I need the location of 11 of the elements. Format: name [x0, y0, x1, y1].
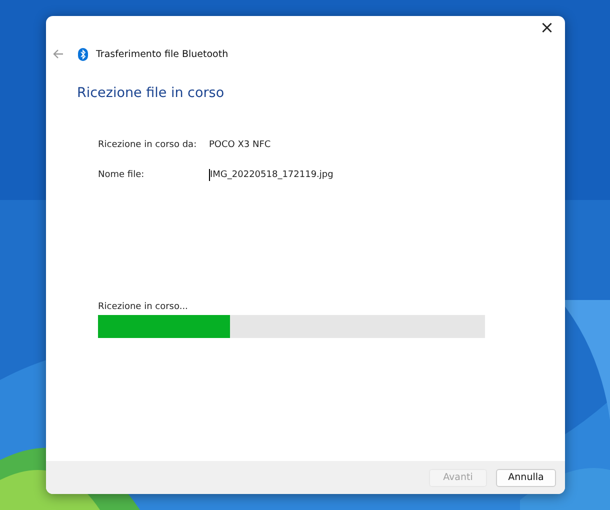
bluetooth-icon — [78, 48, 88, 60]
window-title: Trasferimento file Bluetooth — [96, 48, 228, 60]
back-arrow-icon[interactable] — [52, 49, 64, 59]
field-label: Nome file: — [98, 170, 146, 180]
close-button[interactable]: × — [529, 16, 565, 40]
cancel-button[interactable]: Annulla — [496, 468, 556, 486]
page-heading: Ricezione file in corso — [77, 85, 226, 101]
field-value: POCO X3 NFC — [209, 140, 272, 150]
field-label: Ricezione in corso da: — [98, 140, 198, 150]
field-value: IMG_20220518_172119.jpg — [209, 169, 334, 181]
progress-label: Ricezione in corso... — [98, 302, 189, 312]
